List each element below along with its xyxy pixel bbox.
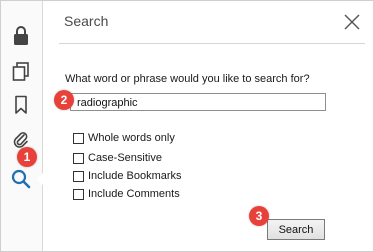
search-button[interactable]: Search — [267, 219, 325, 240]
callout-marker: 1 — [17, 147, 37, 167]
callout-marker: 3 — [249, 206, 269, 226]
search-input[interactable] — [70, 93, 326, 111]
whole-words-checkbox[interactable] — [73, 132, 84, 144]
lock-icon[interactable] — [8, 23, 34, 49]
title-divider — [59, 43, 365, 44]
option-include-comments[interactable]: Include Comments — [73, 188, 180, 200]
case-sensitive-checkbox[interactable] — [73, 152, 84, 164]
include-bookmarks-checkbox[interactable] — [73, 170, 84, 182]
callout-marker: 2 — [54, 90, 74, 110]
option-label: Case-Sensitive — [88, 152, 162, 164]
option-label: Include Comments — [88, 188, 180, 200]
search-panel-window: Search What word or phrase would you lik… — [0, 0, 373, 252]
option-label: Include Bookmarks — [88, 170, 182, 182]
option-case-sensitive[interactable]: Case-Sensitive — [73, 152, 162, 164]
option-include-bookmarks[interactable]: Include Bookmarks — [73, 170, 182, 182]
bookmark-icon[interactable] — [8, 92, 34, 118]
close-icon[interactable] — [343, 13, 361, 31]
option-whole-words[interactable]: Whole words only — [73, 132, 175, 144]
search-panel: Search What word or phrase would you lik… — [44, 1, 373, 251]
search-prompt: What word or phrase would you like to se… — [65, 73, 310, 85]
search-icon[interactable] — [8, 166, 44, 192]
option-label: Whole words only — [88, 132, 175, 144]
panel-title: Search — [64, 13, 109, 29]
include-comments-checkbox[interactable] — [73, 188, 84, 200]
pages-icon[interactable] — [8, 59, 34, 85]
navigation-rail — [1, 1, 44, 251]
